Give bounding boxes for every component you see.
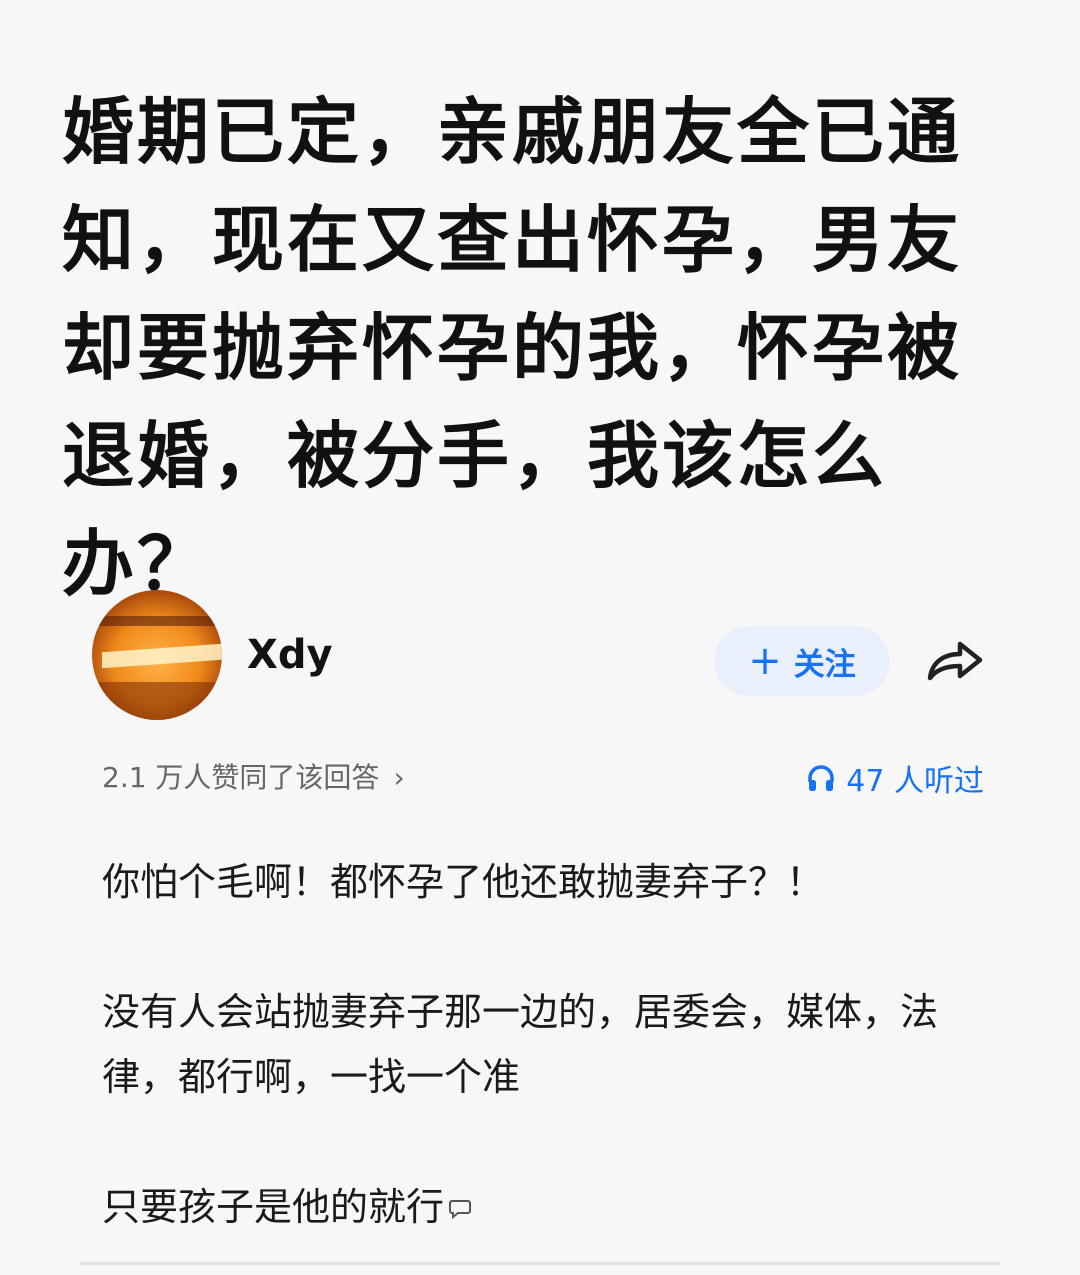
share-arrow-icon — [927, 641, 983, 681]
follow-label: 关注 — [793, 646, 856, 683]
stats-row: 2.1 万人赞同了该回答 › 47 人听过 — [102, 752, 992, 800]
upvote-text: 2.1 万人赞同了该回答 — [102, 761, 380, 794]
answer-body: 你怕个毛啊！都怀孕了他还敢抛妻弃子？！ 没有人会站抛妻弃子那一边的，居委会，媒体… — [102, 850, 982, 1240]
avatar[interactable] — [92, 590, 222, 720]
answer-paragraph: 你怕个毛啊！都怀孕了他还敢抛妻弃子？！ — [102, 860, 825, 904]
share-button[interactable] — [924, 638, 986, 686]
answer-page: 婚期已定，亲戚朋友全已通知，现在又查出怀孕，男友却要抛弃怀孕的我，怀孕被退婚，被… — [0, 0, 1080, 1275]
chevron-right-icon: › — [393, 761, 405, 794]
comment-icon[interactable] — [448, 1196, 472, 1220]
answer-paragraph-last: 只要孩子是他的就行 — [102, 1175, 982, 1240]
author-row: Xdy + 关注 — [92, 590, 992, 720]
divider — [80, 1262, 1000, 1265]
answer-paragraph: 没有人会站抛妻弃子那一边的，居委会，媒体，法律，都行啊，一找一个准 — [102, 990, 939, 1099]
plus-icon: + — [748, 638, 782, 684]
headphones-icon — [808, 765, 835, 791]
listen-text: 47 人听过 — [846, 764, 984, 799]
follow-button[interactable]: + 关注 — [714, 626, 890, 696]
question-title[interactable]: 婚期已定，亲戚朋友全已通知，现在又查出怀孕，男友却要抛弃怀孕的我，怀孕被退婚，被… — [62, 78, 1002, 618]
upvote-count-link[interactable]: 2.1 万人赞同了该回答 › — [102, 756, 405, 796]
listen-info[interactable]: 47 人听过 — [806, 756, 984, 800]
author-name[interactable]: Xdy — [247, 632, 333, 678]
answer-paragraph: 只要孩子是他的就行 — [102, 1185, 445, 1229]
